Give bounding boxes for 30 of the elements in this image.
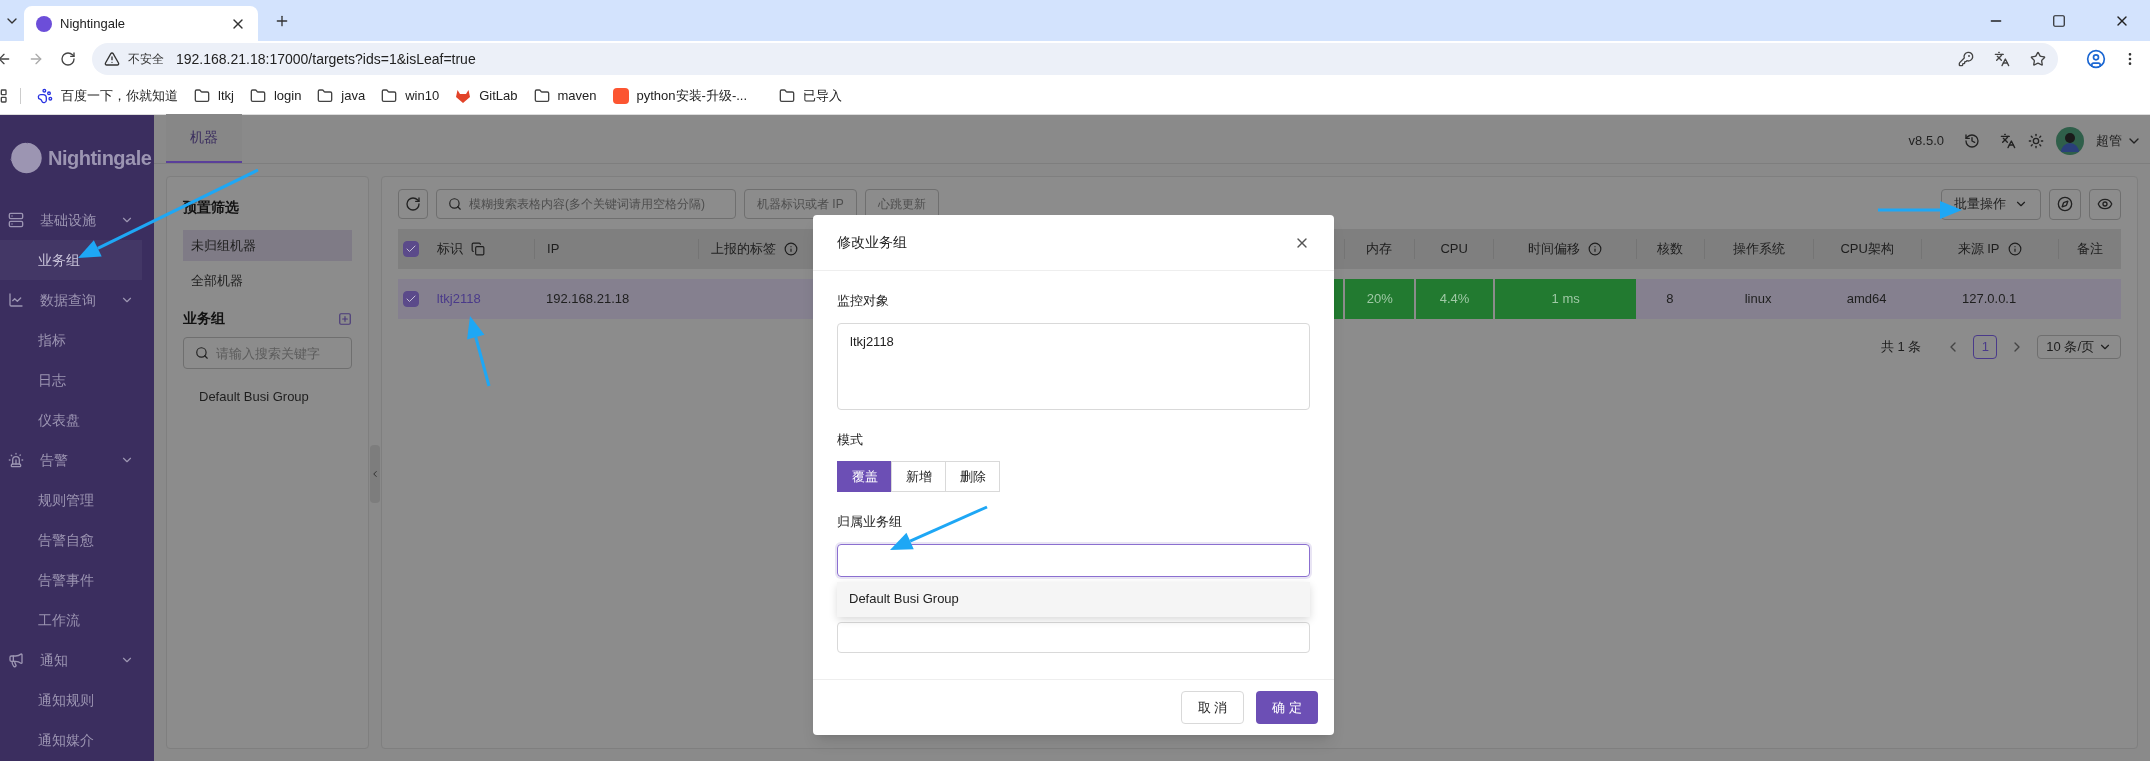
column-header: 操作系统: [1732, 240, 1785, 259]
column-header: 时间偏移: [1528, 240, 1581, 259]
column-header: 核数: [1657, 240, 1684, 259]
total-count: 共 1 条: [1880, 338, 1922, 357]
column-header: 备注: [2076, 240, 2103, 259]
table-cell-text: 8: [1666, 290, 1674, 309]
column-header: 内存: [1366, 240, 1393, 259]
column-header: CPU: [1440, 240, 1468, 259]
column-header: IP: [547, 240, 560, 259]
panel-title: 业务组: [183, 309, 225, 328]
table-cell-text: 127.0.0.1: [1962, 290, 2017, 309]
table-cell-text: linux: [1744, 290, 1772, 309]
logo-text: Nightingale: [48, 145, 152, 171]
status-cell: 4.4%: [1413, 279, 1494, 319]
column-header: 标识: [436, 240, 463, 259]
status-cell: 20%: [1343, 279, 1414, 319]
security-label: 不安全: [128, 51, 164, 68]
column-header: CPU架构: [1840, 240, 1894, 259]
field-label: 监控对象: [837, 292, 890, 310]
table-cell-text: amd64: [1846, 290, 1887, 309]
table-cell-text: 192.168.21.18: [546, 290, 630, 309]
field-label: 模式: [837, 430, 864, 449]
tab-title: Nightingale: [60, 14, 127, 33]
version-label: v8.5.0: [1908, 132, 1944, 151]
url-text: 192.168.21.18:17000/targets?ids=1&isLeaf=true: [176, 49, 477, 69]
modal-title: 修改业务组: [837, 233, 907, 252]
column-header: 上报的标签: [710, 240, 776, 259]
column-header: 来源 IP: [1957, 240, 2000, 259]
status-cell: 1 ms: [1493, 279, 1637, 319]
field-label: 归属业务组: [837, 513, 903, 531]
